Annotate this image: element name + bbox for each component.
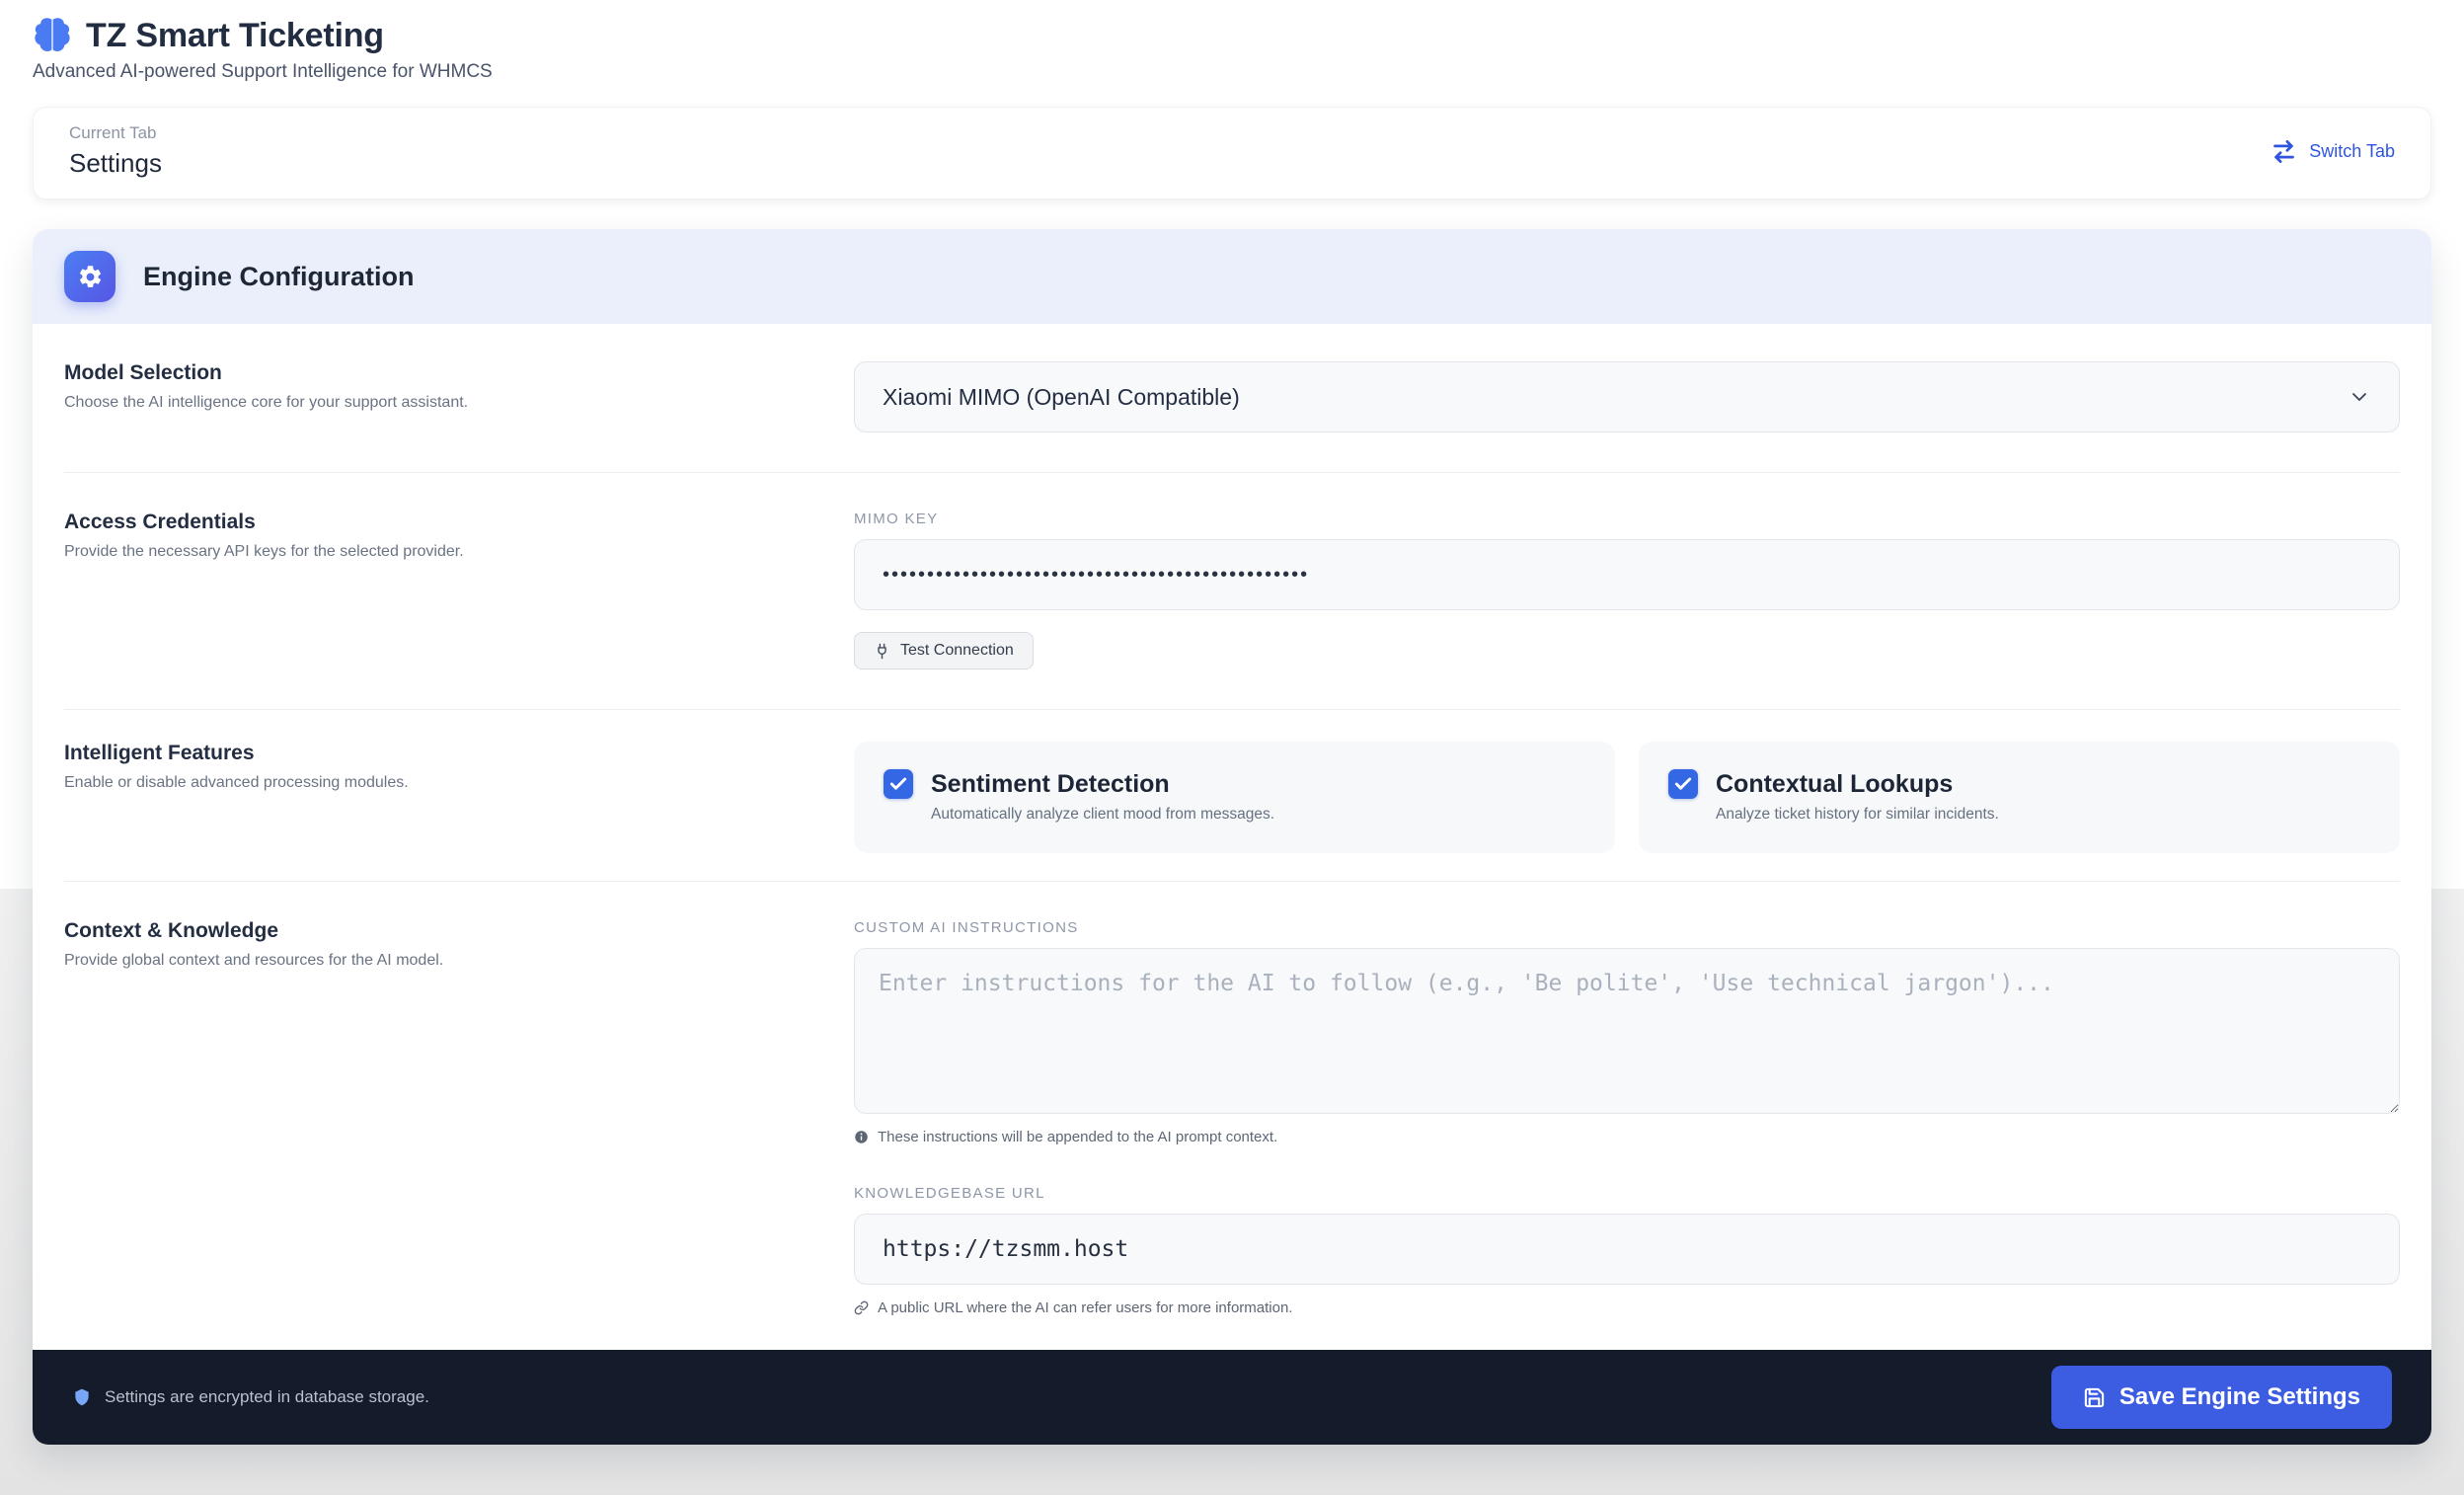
current-tab-label: Current Tab <box>69 123 162 143</box>
test-connection-button[interactable]: Test Connection <box>854 632 1034 669</box>
knowledgebase-url-label: KNOWLEDGEBASE URL <box>854 1185 2400 1202</box>
instructions-help-text: These instructions will be appended to t… <box>878 1129 1277 1145</box>
page: TZ Smart Ticketing Advanced AI-powered S… <box>0 0 2464 1445</box>
custom-instructions-textarea[interactable] <box>854 948 2400 1114</box>
knowledgebase-help: A public URL where the AI can refer user… <box>854 1299 2400 1316</box>
plug-icon <box>874 643 890 660</box>
app-subtitle: Advanced AI-powered Support Intelligence… <box>33 61 2431 83</box>
link-icon <box>854 1300 869 1315</box>
checkbox-checked-icon[interactable] <box>1668 769 1698 799</box>
feature-description: Analyze ticket history for similar incid… <box>1716 806 2370 824</box>
current-tab-info: Current Tab Settings <box>69 123 162 179</box>
model-select[interactable]: Xiaomi MIMO (OpenAI Compatible) <box>854 361 2400 433</box>
access-credentials-controls: MIMO KEY Test Connection <box>854 511 2400 669</box>
tab-bar-card: Current Tab Settings Switch Tab <box>33 107 2431 199</box>
access-credentials-heading: Access Credentials <box>64 511 795 534</box>
app-header: TZ Smart Ticketing Advanced AI-powered S… <box>33 0 2431 83</box>
brand-row: TZ Smart Ticketing <box>33 16 2431 55</box>
engine-configuration-card: Engine Configuration Model Selection Cho… <box>33 229 2431 1445</box>
context-knowledge-controls: CUSTOM AI INSTRUCTIONS These instruction… <box>854 919 2400 1316</box>
instructions-help: These instructions will be appended to t… <box>854 1129 2400 1145</box>
access-credentials-section: Access Credentials Provide the necessary… <box>33 473 2431 709</box>
context-knowledge-header: Context & Knowledge Provide global conte… <box>64 919 854 1316</box>
model-selection-section: Model Selection Choose the AI intelligen… <box>33 324 2431 472</box>
engine-card-title: Engine Configuration <box>143 262 414 292</box>
access-credentials-header: Access Credentials Provide the necessary… <box>64 511 854 669</box>
encryption-note-text: Settings are encrypted in database stora… <box>105 1387 429 1407</box>
context-knowledge-heading: Context & Knowledge <box>64 919 795 943</box>
save-button-label: Save Engine Settings <box>2119 1383 2360 1411</box>
model-selection-header: Model Selection Choose the AI intelligen… <box>64 361 854 433</box>
model-selection-controls: Xiaomi MIMO (OpenAI Compatible) <box>854 361 2400 433</box>
model-selection-heading: Model Selection <box>64 361 795 385</box>
context-knowledge-description: Provide global context and resources for… <box>64 952 795 970</box>
intelligent-features-header: Intelligent Features Enable or disable a… <box>64 742 854 853</box>
test-connection-label: Test Connection <box>900 642 1014 660</box>
checkbox-checked-icon[interactable] <box>884 769 913 799</box>
feature-title: Sentiment Detection <box>931 770 1170 799</box>
encryption-note: Settings are encrypted in database stora… <box>72 1387 429 1407</box>
switch-tab-button[interactable]: Switch Tab <box>2271 138 2395 165</box>
save-icon <box>2083 1386 2106 1409</box>
info-icon <box>854 1130 869 1144</box>
chevron-down-icon <box>2348 385 2371 409</box>
app-title: TZ Smart Ticketing <box>86 17 384 55</box>
feature-title: Contextual Lookups <box>1716 770 1953 799</box>
switch-tab-label: Switch Tab <box>2309 141 2395 162</box>
card-footer: Settings are encrypted in database stora… <box>33 1350 2431 1445</box>
knowledgebase-help-text: A public URL where the AI can refer user… <box>878 1299 1292 1316</box>
mimo-key-input[interactable] <box>854 539 2400 610</box>
feature-description: Automatically analyze client mood from m… <box>931 806 1585 824</box>
gear-icon <box>64 251 116 302</box>
current-tab-value: Settings <box>69 148 162 179</box>
contextual-lookups-toggle[interactable]: Contextual Lookups <box>1668 769 2370 799</box>
shield-icon <box>72 1387 92 1407</box>
custom-instructions-label: CUSTOM AI INSTRUCTIONS <box>854 919 2400 936</box>
intelligent-features-description: Enable or disable advanced processing mo… <box>64 774 795 792</box>
intelligent-features-section: Intelligent Features Enable or disable a… <box>33 710 2431 881</box>
feature-card-sentiment: Sentiment Detection Automatically analyz… <box>854 742 1615 853</box>
intelligent-features-heading: Intelligent Features <box>64 742 795 765</box>
sentiment-detection-toggle[interactable]: Sentiment Detection <box>884 769 1585 799</box>
switch-arrows-icon <box>2271 138 2297 165</box>
context-knowledge-section: Context & Knowledge Provide global conte… <box>33 882 2431 1350</box>
feature-card-contextual: Contextual Lookups Analyze ticket histor… <box>1639 742 2400 853</box>
save-engine-settings-button[interactable]: Save Engine Settings <box>2051 1366 2392 1429</box>
model-selection-description: Choose the AI intelligence core for your… <box>64 394 795 412</box>
intelligent-features-controls: Sentiment Detection Automatically analyz… <box>854 742 2400 853</box>
mimo-key-label: MIMO KEY <box>854 511 2400 527</box>
model-select-value: Xiaomi MIMO (OpenAI Compatible) <box>883 384 1240 411</box>
knowledgebase-url-input[interactable] <box>854 1214 2400 1285</box>
access-credentials-description: Provide the necessary API keys for the s… <box>64 543 795 561</box>
brain-logo-icon <box>33 16 72 55</box>
knowledgebase-block: KNOWLEDGEBASE URL A public URL where the… <box>854 1185 2400 1316</box>
engine-card-header: Engine Configuration <box>33 229 2431 324</box>
